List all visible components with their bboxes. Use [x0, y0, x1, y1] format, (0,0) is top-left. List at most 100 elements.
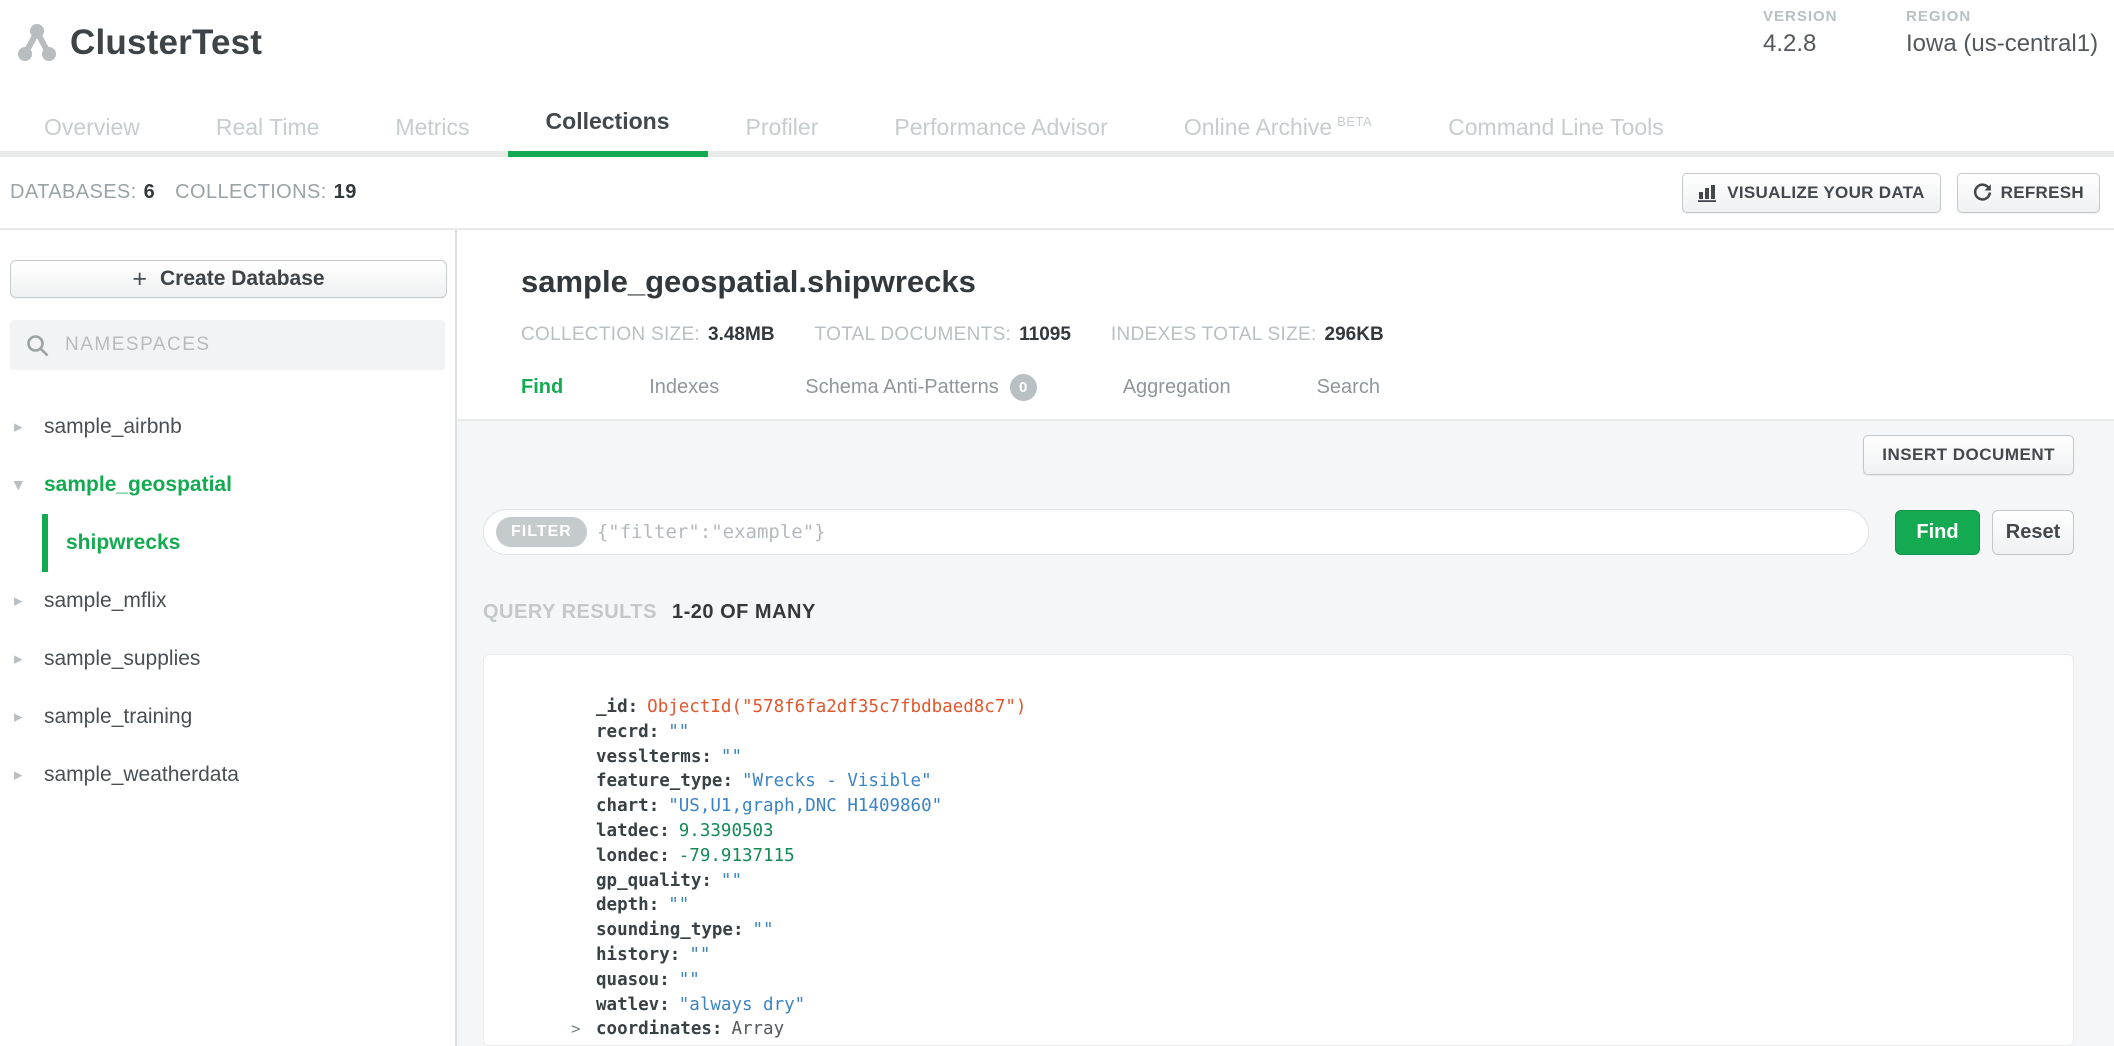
field-value: ObjectId("578f6fa2df35c7fbdbaed8c7") — [647, 697, 1026, 717]
namespace-list: ▸sample_airbnb▾sample_geospatial shipwrec… — [0, 398, 455, 804]
create-database-label: Create Database — [160, 267, 325, 291]
tab-label: Performance Advisor — [894, 114, 1107, 140]
field-colon: : — [659, 821, 670, 841]
field-colon: : — [722, 771, 733, 791]
field-key: londec — [596, 846, 659, 866]
tab-label: Online Archive — [1184, 114, 1332, 140]
sidebar-item-sample-training[interactable]: ▸sample_training — [0, 688, 455, 746]
caret-right-icon[interactable]: ▸ — [14, 649, 44, 669]
subtab-indexes[interactable]: Indexes — [649, 374, 719, 401]
databases-label: DATABASES: — [10, 181, 137, 203]
field-key: chart — [596, 796, 649, 816]
sidebar-item-shipwrecks[interactable]: shipwrecks — [42, 514, 455, 572]
document-field-feature-type: feature_type:"Wrecks - Visible" — [596, 769, 2053, 794]
caret-right-icon[interactable]: ▸ — [14, 765, 44, 785]
field-value: 9.3390503 — [679, 821, 774, 841]
field-value: "" — [679, 970, 700, 990]
refresh-button[interactable]: REFRESH — [1957, 173, 2100, 213]
namespaces-search[interactable] — [10, 320, 445, 370]
sidebar-database-label: sample_mflix — [44, 589, 167, 613]
collections-toolbar: DATABASES:6COLLECTIONS:19 VISUALIZE YOUR… — [0, 157, 2114, 230]
subtab-label: Indexes — [649, 376, 719, 399]
filter-input[interactable] — [595, 520, 1856, 544]
filter-badge: FILTER — [496, 517, 587, 547]
subtab-find[interactable]: Find — [521, 374, 563, 401]
document-field-chart: chart:"US,U1,graph,DNC H1409860" — [596, 794, 2053, 819]
subtab-aggregation[interactable]: Aggregation — [1123, 374, 1231, 401]
field-value: -79.9137115 — [679, 846, 795, 866]
field-colon: : — [649, 895, 660, 915]
version-value: 4.2.8 — [1763, 30, 1838, 58]
field-colon: : — [670, 945, 681, 965]
create-database-button[interactable]: + Create Database — [10, 260, 447, 298]
field-value: Array — [731, 1019, 784, 1039]
tab-online-archive[interactable]: Online Archive BETA — [1146, 114, 1410, 157]
field-key: depth — [596, 895, 649, 915]
field-value: "" — [721, 871, 742, 891]
tab-overview[interactable]: Overview — [6, 114, 178, 157]
search-icon — [26, 334, 49, 357]
field-colon: : — [712, 1019, 723, 1039]
field-colon: : — [649, 722, 660, 742]
document-field-quasou: quasou:"" — [596, 968, 2053, 993]
field-key: sounding_type — [596, 920, 733, 940]
sidebar-item-sample-weatherdata[interactable]: ▸sample_weatherdata — [0, 746, 455, 804]
tab-profiler[interactable]: Profiler — [708, 114, 857, 157]
expand-field-icon[interactable]: > — [571, 1017, 581, 1042]
filter-row: FILTER Find Reset — [483, 509, 2074, 555]
filter-box[interactable]: FILTER — [483, 509, 1869, 555]
caret-down-icon[interactable]: ▾ — [14, 475, 44, 495]
sidebar-item-sample-airbnb[interactable]: ▸sample_airbnb — [0, 398, 455, 456]
field-key: history — [596, 945, 670, 965]
tab-collections[interactable]: Collections — [508, 108, 708, 157]
atlas-logo-icon — [14, 22, 60, 64]
field-key: watlev — [596, 995, 659, 1015]
document-field-depth: depth:"" — [596, 893, 2053, 918]
reset-button[interactable]: Reset — [1992, 510, 2074, 555]
region-block: REGION Iowa (us-central1) — [1906, 8, 2098, 58]
caret-right-icon[interactable]: ▸ — [14, 417, 44, 437]
field-key: gp_quality — [596, 871, 701, 891]
visualize-your-data-button[interactable]: VISUALIZE YOUR DATA — [1682, 173, 1940, 213]
tab-label: Overview — [44, 114, 140, 140]
subtab-schema-anti-patterns[interactable]: Schema Anti-Patterns0 — [805, 374, 1036, 401]
insert-document-button[interactable]: INSERT DOCUMENT — [1863, 435, 2074, 475]
visualize-button-label: VISUALIZE YOUR DATA — [1727, 183, 1924, 203]
sidebar-item-sample-supplies[interactable]: ▸sample_supplies — [0, 630, 455, 688]
field-value: "US,U1,graph,DNC H1409860" — [668, 796, 942, 816]
sidebar-item-sample-geospatial[interactable]: ▾sample_geospatial — [0, 456, 455, 514]
tab-metrics[interactable]: Metrics — [357, 114, 507, 157]
field-key: latdec — [596, 821, 659, 841]
field-value: "" — [668, 722, 689, 742]
version-block: VERSION 4.2.8 — [1763, 8, 1838, 58]
tab-label: Profiler — [746, 114, 819, 140]
tab-performance-advisor[interactable]: Performance Advisor — [856, 114, 1145, 157]
field-value: "" — [721, 747, 742, 767]
beta-badge: BETA — [1337, 114, 1372, 129]
caret-right-icon[interactable]: ▸ — [14, 707, 44, 727]
collections-label: COLLECTIONS: — [175, 181, 327, 203]
collection-stats: COLLECTION SIZE:3.48MBTOTAL DOCUMENTS:11… — [521, 324, 2074, 346]
cluster-name: ClusterTest — [70, 23, 262, 63]
document-field-watlev: watlev:"always dry" — [596, 993, 2053, 1018]
field-value: "Wrecks - Visible" — [742, 771, 932, 791]
refresh-button-label: REFRESH — [2001, 183, 2084, 203]
subtab-search[interactable]: Search — [1317, 374, 1380, 401]
caret-right-icon[interactable]: ▸ — [14, 591, 44, 611]
collection-main: sample_geospatial.shipwrecks COLLECTION … — [457, 230, 2114, 1046]
query-results-label: QUERY RESULTS — [483, 601, 657, 623]
subtab-label: Find — [521, 376, 563, 399]
tab-real-time[interactable]: Real Time — [178, 114, 358, 157]
field-colon: : — [628, 697, 639, 717]
stat-label: TOTAL DOCUMENTS: — [815, 324, 1012, 345]
field-colon: : — [701, 747, 712, 767]
find-button[interactable]: Find — [1895, 510, 1980, 555]
collection-sub-tabs: Find Indexes Schema Anti-Patterns0 Aggregat… — [521, 374, 2074, 419]
sidebar-database-label: sample_weatherdata — [44, 763, 239, 787]
namespaces-search-input[interactable] — [63, 333, 429, 357]
subtab-label: Aggregation — [1123, 376, 1231, 399]
tab-label: Metrics — [395, 114, 469, 140]
tab-command-line-tools[interactable]: Command Line Tools — [1410, 114, 1702, 157]
sidebar-item-sample-mflix[interactable]: ▸sample_mflix — [0, 572, 455, 630]
sidebar-collection-label: shipwrecks — [66, 531, 180, 555]
